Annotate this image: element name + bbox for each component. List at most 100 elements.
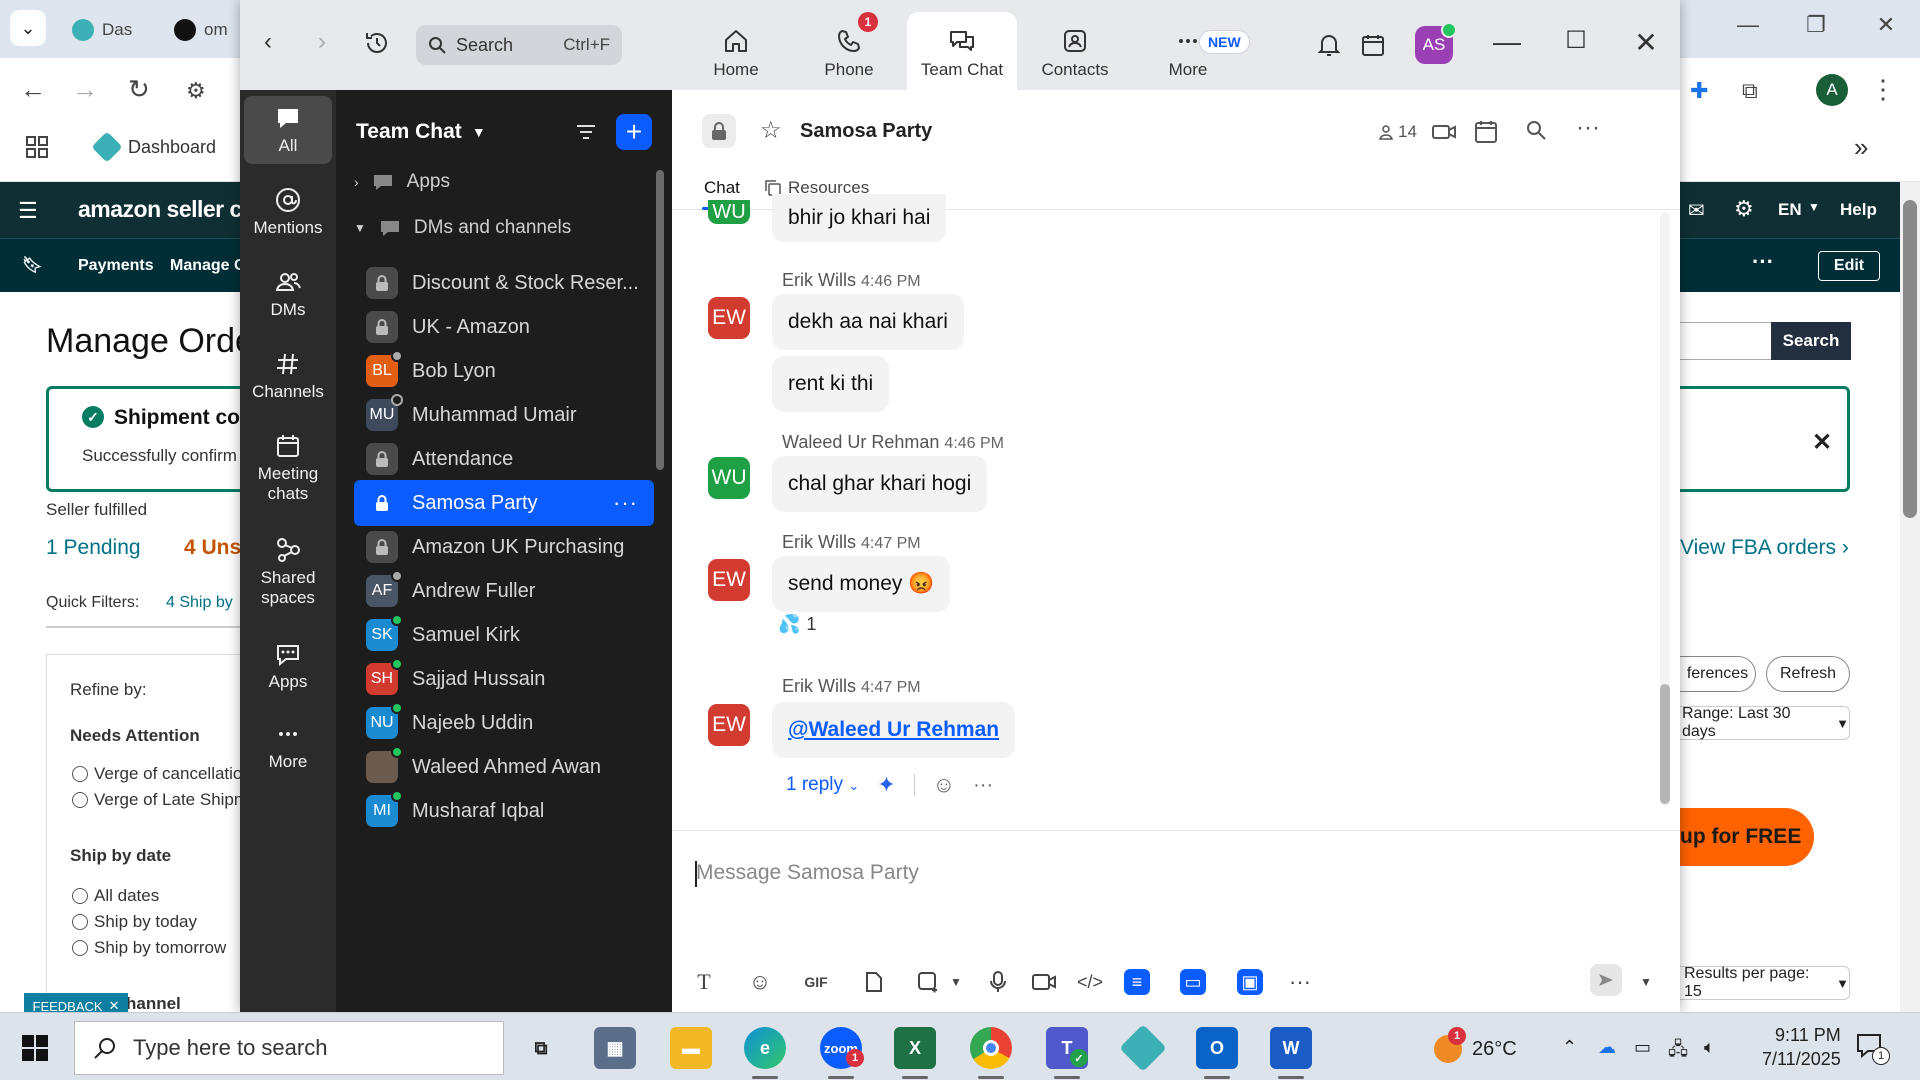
bookmark-icon[interactable]: 🔖︎ bbox=[22, 255, 42, 275]
radio-ship-tomorrow[interactable] bbox=[72, 940, 88, 956]
tab-contacts[interactable]: Contacts bbox=[1020, 12, 1130, 90]
rail-more[interactable]: More bbox=[244, 720, 332, 772]
radio-verge-late[interactable] bbox=[72, 792, 88, 808]
nav-payments[interactable]: Payments bbox=[78, 257, 154, 275]
rail-apps[interactable]: Apps bbox=[244, 640, 332, 692]
video-message-icon[interactable] bbox=[1028, 966, 1060, 998]
rail-channels[interactable]: Channels bbox=[244, 350, 332, 402]
browser-minimize-button[interactable]: — bbox=[1728, 12, 1768, 38]
kebab-menu-icon[interactable]: ⋮ bbox=[1870, 74, 1896, 105]
dm-list-item[interactable]: BL Bob Lyon bbox=[354, 348, 654, 394]
site-settings-icon[interactable]: ⚙ bbox=[186, 78, 206, 104]
gif-icon[interactable]: GIF bbox=[800, 966, 832, 998]
forward-icon[interactable]: → bbox=[72, 74, 98, 105]
channel-list-item[interactable]: Discount & Stock Reser... bbox=[354, 260, 654, 306]
browser-restore-button[interactable]: ❐ bbox=[1796, 12, 1836, 38]
hamburger-menu-icon[interactable]: ☰ bbox=[18, 198, 38, 224]
member-count[interactable]: 14 bbox=[1378, 122, 1417, 142]
chevron-down-icon[interactable]: ▼ bbox=[940, 966, 972, 998]
word-icon[interactable]: W bbox=[1270, 1027, 1312, 1079]
message-sender[interactable]: Waleed Ur Rehman 4:46 PM bbox=[782, 432, 1004, 453]
view-fba-orders-link[interactable]: View FBA orders › bbox=[1680, 536, 1849, 560]
edge-icon[interactable]: e bbox=[744, 1027, 786, 1079]
calendar-icon[interactable] bbox=[1472, 118, 1500, 151]
radio-verge-cancellation[interactable] bbox=[72, 766, 88, 782]
rail-mentions[interactable]: Mentions bbox=[244, 186, 332, 238]
unshipped-tab[interactable]: 4 Uns bbox=[184, 536, 241, 560]
browser-close-button[interactable]: ✕ bbox=[1866, 12, 1906, 38]
more-dots-icon[interactable]: ··· bbox=[613, 490, 638, 516]
mention-link[interactable]: @Waleed Ur Rehman bbox=[788, 718, 999, 742]
minimize-button[interactable]: — bbox=[1487, 26, 1527, 58]
message-sender[interactable]: Erik Wills 4:46 PM bbox=[782, 270, 921, 291]
dm-list-item[interactable]: SK Samuel Kirk bbox=[354, 612, 654, 658]
volume-icon[interactable]: 🔈︎ bbox=[1704, 1037, 1715, 1058]
back-icon[interactable]: ← bbox=[20, 74, 46, 105]
bookmark-dashboard[interactable]: Dashboard bbox=[91, 131, 216, 163]
mail-icon[interactable]: ✉ bbox=[1688, 198, 1705, 223]
results-per-page-select[interactable]: Results per page: 15 ▼ bbox=[1680, 965, 1850, 1000]
edit-button[interactable]: Edit bbox=[1818, 251, 1880, 281]
emoji-icon[interactable]: ☺ bbox=[744, 966, 776, 998]
maximize-button[interactable]: ☐ bbox=[1556, 26, 1596, 55]
radio-ship-today[interactable] bbox=[72, 914, 88, 930]
more-dots-icon[interactable]: ··· bbox=[1752, 249, 1774, 275]
channel-title[interactable]: Samosa Party bbox=[800, 120, 932, 143]
quick-filter-ship-by[interactable]: 4 Ship by bbox=[166, 594, 233, 612]
puzzle-icon[interactable]: ⧉ bbox=[1742, 78, 1758, 104]
preferences-button[interactable]: ferences bbox=[1680, 656, 1756, 692]
zoom-app-icon[interactable]: zoom 1 bbox=[820, 1027, 864, 1079]
filter-icon[interactable] bbox=[574, 120, 598, 149]
outlook-icon[interactable]: O bbox=[1196, 1027, 1238, 1079]
gear-icon[interactable]: ⚙ bbox=[1734, 196, 1754, 222]
reaction-chip[interactable]: 💦 1 bbox=[778, 614, 816, 635]
zoom-search-input[interactable]: Search Ctrl+F bbox=[416, 25, 622, 65]
windows-start-icon[interactable] bbox=[22, 1035, 48, 1066]
rail-meeting-chats[interactable]: Meeting chats bbox=[244, 432, 332, 503]
browser-tab[interactable]: om bbox=[174, 12, 228, 48]
tab-team-chat[interactable]: Team Chat bbox=[907, 12, 1017, 90]
order-search-input[interactable] bbox=[1680, 322, 1772, 360]
profile-avatar[interactable]: A bbox=[1816, 74, 1848, 106]
close-icon[interactable]: ✕ bbox=[1812, 428, 1832, 457]
message-sender[interactable]: Erik Wills 4:47 PM bbox=[782, 676, 921, 697]
new-chat-button[interactable]: + bbox=[616, 114, 652, 150]
section-dms-channels[interactable]: ▼ DMs and channels bbox=[354, 216, 571, 240]
date-range-select[interactable]: Range: Last 30 days ▼ bbox=[1680, 705, 1850, 740]
list-scrollbar-thumb[interactable] bbox=[656, 170, 664, 470]
video-icon[interactable] bbox=[1430, 118, 1458, 151]
dm-list-item[interactable]: SH Sajjad Hussain bbox=[354, 656, 654, 702]
search-button[interactable]: Search bbox=[1771, 322, 1851, 360]
forward-icon[interactable]: › bbox=[318, 28, 326, 56]
page-scrollbar-thumb[interactable] bbox=[1903, 200, 1917, 518]
channel-list-item[interactable]: Attendance bbox=[354, 436, 654, 482]
radio-all-dates[interactable] bbox=[72, 888, 88, 904]
pending-tab[interactable]: 1 Pending bbox=[46, 536, 141, 560]
tab-search-button[interactable]: ⌄ bbox=[10, 10, 46, 46]
avatar[interactable]: EW bbox=[708, 297, 750, 339]
avatar[interactable]: WU bbox=[708, 200, 750, 224]
signup-free-button[interactable]: up for FREE bbox=[1680, 808, 1814, 866]
rail-shared-spaces[interactable]: Shared spaces bbox=[244, 536, 332, 607]
taskbar-clock[interactable]: 9:11 PM 7/11/2025 bbox=[1762, 1023, 1841, 1072]
tab-more[interactable]: More NEW bbox=[1133, 12, 1250, 90]
search-icon[interactable] bbox=[1524, 118, 1548, 147]
chevron-right-double-icon[interactable]: » bbox=[1854, 132, 1868, 163]
section-apps[interactable]: › Apps bbox=[354, 170, 450, 194]
emoji-add-icon[interactable]: ☺ bbox=[933, 772, 955, 798]
avatar[interactable]: WU bbox=[708, 457, 750, 499]
docs-app-icon[interactable]: ≡ bbox=[1124, 969, 1150, 995]
weather-widget[interactable]: 1 26°C bbox=[1434, 1027, 1517, 1063]
dm-list-item[interactable]: MU Muhammad Umair bbox=[354, 392, 654, 438]
dm-list-item[interactable]: NU Najeeb Uddin bbox=[354, 700, 654, 746]
nav-manage[interactable]: Manage C bbox=[170, 257, 246, 275]
language-select[interactable]: EN bbox=[1778, 200, 1802, 220]
onedrive-cloud-icon[interactable]: ☁ bbox=[1598, 1037, 1616, 1058]
ai-sparkle-icon[interactable]: ✦ bbox=[877, 772, 895, 798]
dm-list-item[interactable]: MI Musharaf Iqbal bbox=[354, 788, 654, 834]
rail-dms[interactable]: DMs bbox=[244, 268, 332, 320]
battery-icon[interactable]: ▭ bbox=[1634, 1037, 1651, 1058]
dashboard-app-icon[interactable] bbox=[1119, 1024, 1167, 1072]
user-avatar[interactable]: AS bbox=[1415, 22, 1457, 64]
send-button[interactable] bbox=[1590, 964, 1622, 996]
